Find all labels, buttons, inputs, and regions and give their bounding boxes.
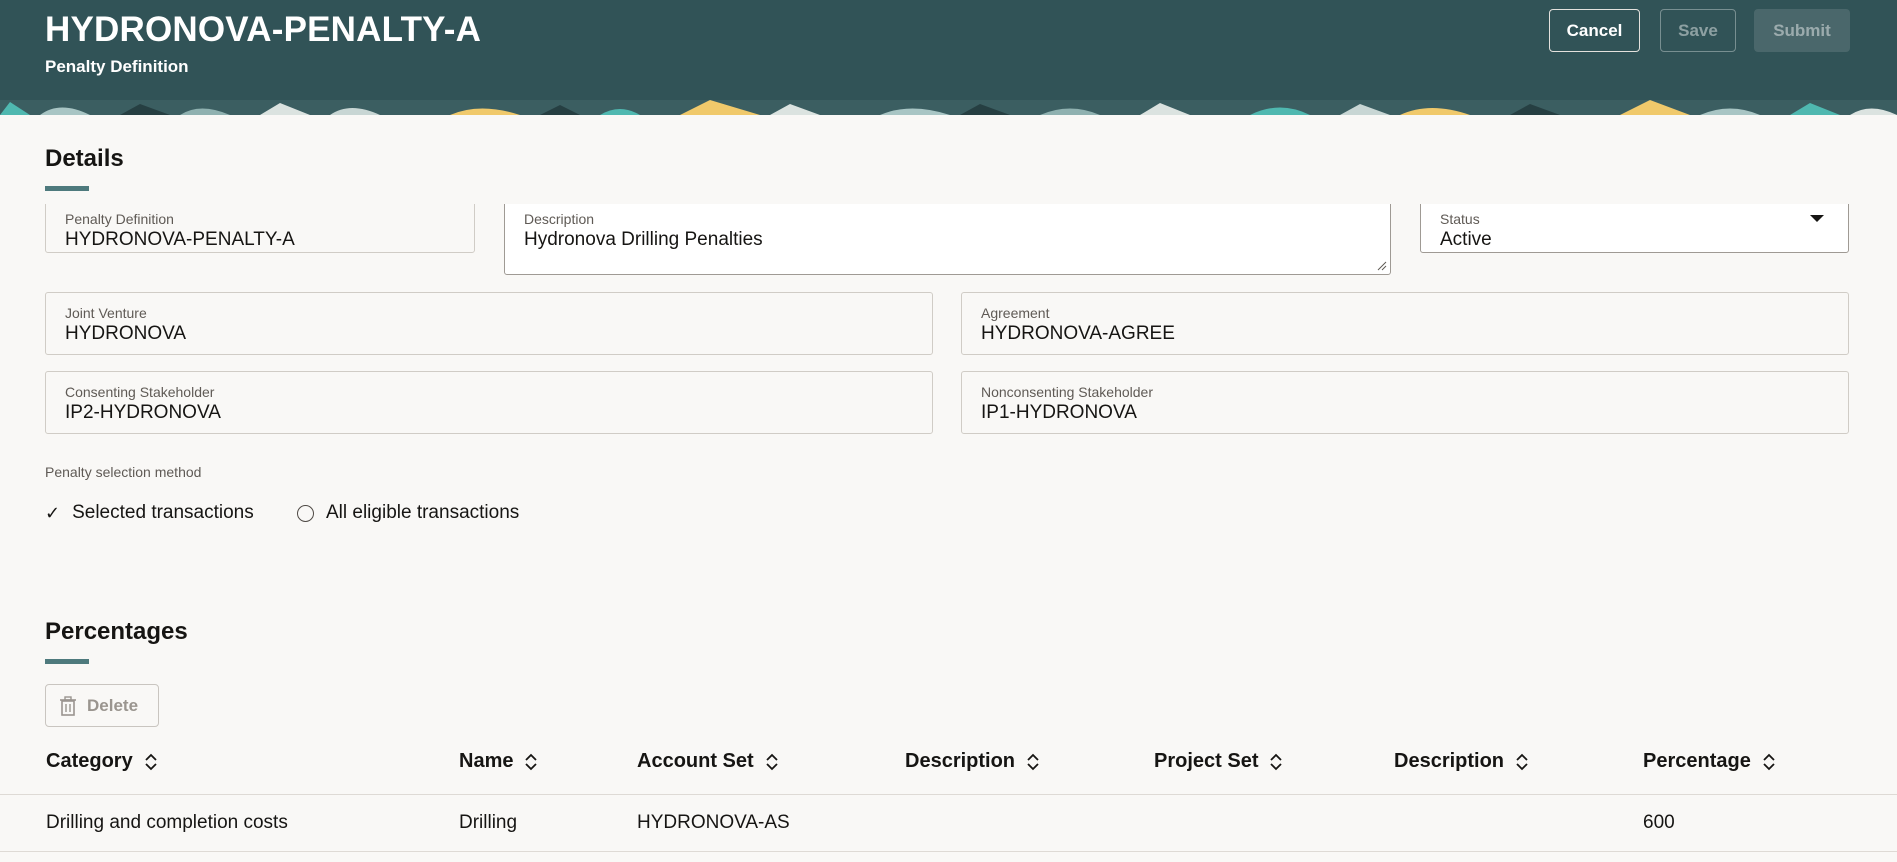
sort-icon[interactable] bbox=[525, 753, 538, 771]
column-header-project-set-label: Project Set bbox=[1154, 750, 1259, 772]
cell-category: Drilling and completion costs bbox=[46, 812, 288, 833]
penalty-definition-label: Penalty Definition bbox=[65, 211, 174, 227]
column-header-category[interactable]: Category bbox=[46, 750, 157, 773]
option-selected-transactions-label: Selected transactions bbox=[72, 502, 254, 523]
cell-percentage: 600 bbox=[1643, 812, 1675, 833]
column-header-percentage-label: Percentage bbox=[1643, 750, 1751, 772]
chevron-down-icon[interactable] bbox=[1810, 215, 1824, 222]
joint-venture-label: Joint Venture bbox=[65, 305, 147, 321]
nonconsenting-stakeholder-label: Nonconsenting Stakeholder bbox=[981, 384, 1154, 400]
column-header-description[interactable]: Description bbox=[905, 750, 1039, 773]
consenting-stakeholder-label: Consenting Stakeholder bbox=[65, 384, 215, 400]
sort-icon[interactable] bbox=[1763, 753, 1775, 771]
column-header-account-set[interactable]: Account Set bbox=[637, 750, 778, 773]
agreement-value: HYDRONOVA-AGREE bbox=[981, 323, 1175, 344]
details-form: Penalty Definition HYDRONOVA-PENALTY-A D… bbox=[0, 204, 1897, 504]
sort-icon[interactable] bbox=[145, 753, 157, 771]
column-header-project-set[interactable]: Project Set bbox=[1154, 750, 1283, 773]
option-all-eligible-transactions[interactable]: All eligible transactions bbox=[297, 502, 519, 524]
radio-icon[interactable] bbox=[297, 504, 314, 522]
description-label: Description bbox=[524, 211, 595, 227]
column-header-category-label: Category bbox=[46, 750, 133, 772]
agreement-field[interactable]: Agreement HYDRONOVA-AGREE bbox=[961, 292, 1849, 355]
description-value: Hydronova Drilling Penalties bbox=[524, 229, 763, 250]
page-subtitle: Penalty Definition bbox=[45, 57, 189, 76]
status-label: Status bbox=[1440, 211, 1480, 227]
column-header-name-label: Name bbox=[459, 750, 514, 772]
cell-name: Drilling bbox=[459, 812, 518, 833]
table-header-divider bbox=[0, 794, 1897, 795]
column-header-description-label: Description bbox=[905, 750, 1016, 772]
cancel-button[interactable]: Cancel bbox=[1549, 9, 1640, 52]
column-header-project-description-label: Description bbox=[1394, 750, 1505, 772]
sort-icon[interactable] bbox=[1516, 753, 1528, 771]
sort-icon[interactable] bbox=[1027, 753, 1039, 771]
description-textarea[interactable]: Description Hydronova Drilling Penalties bbox=[504, 204, 1391, 275]
page-title: HYDRONOVA-PENALTY-A bbox=[45, 10, 482, 49]
option-all-eligible-transactions-label: All eligible transactions bbox=[326, 502, 520, 523]
column-header-account-set-label: Account Set bbox=[637, 750, 754, 772]
trash-icon bbox=[59, 695, 77, 716]
details-heading: Details bbox=[45, 145, 124, 172]
nonconsenting-stakeholder-value: IP1-HYDRONOVA bbox=[981, 402, 1137, 423]
option-selected-transactions[interactable]: ✓ Selected transactions bbox=[45, 502, 254, 524]
status-select[interactable]: Status Active bbox=[1420, 204, 1849, 253]
nonconsenting-stakeholder-field[interactable]: Nonconsenting Stakeholder IP1-HYDRONOVA bbox=[961, 371, 1849, 434]
percentages-heading: Percentages bbox=[45, 618, 188, 645]
penalty-definition-value: HYDRONOVA-PENALTY-A bbox=[65, 229, 295, 250]
penalty-definition-field[interactable]: Penalty Definition HYDRONOVA-PENALTY-A bbox=[45, 204, 475, 253]
percentages-heading-underline bbox=[45, 659, 89, 664]
column-header-percentage[interactable]: Percentage bbox=[1643, 750, 1775, 773]
consenting-stakeholder-field[interactable]: Consenting Stakeholder IP2-HYDRONOVA bbox=[45, 371, 933, 434]
agreement-label: Agreement bbox=[981, 305, 1050, 321]
resize-handle-icon[interactable] bbox=[1377, 261, 1387, 271]
checkmark-icon: ✓ bbox=[45, 502, 61, 523]
cell-account-set: HYDRONOVA-AS bbox=[637, 812, 790, 833]
status-value: Active bbox=[1440, 229, 1492, 250]
sort-icon[interactable] bbox=[1270, 753, 1283, 771]
delete-button-label: Delete bbox=[87, 695, 139, 715]
save-button[interactable]: Save bbox=[1660, 9, 1736, 52]
header-decorative-pattern bbox=[0, 100, 1897, 115]
submit-button[interactable]: Submit bbox=[1754, 9, 1850, 52]
page-header: HYDRONOVA-PENALTY-A Penalty Definition C… bbox=[0, 0, 1897, 101]
joint-venture-value: HYDRONOVA bbox=[65, 323, 187, 344]
column-header-project-description[interactable]: Description bbox=[1394, 750, 1528, 773]
sort-icon[interactable] bbox=[766, 753, 778, 771]
details-heading-underline bbox=[45, 186, 89, 191]
joint-venture-field[interactable]: Joint Venture HYDRONOVA bbox=[45, 292, 933, 355]
selection-method-label: Penalty selection method bbox=[45, 464, 202, 480]
delete-button[interactable]: Delete bbox=[45, 684, 159, 727]
column-header-name[interactable]: Name bbox=[459, 750, 538, 773]
table-row-divider bbox=[0, 851, 1897, 852]
consenting-stakeholder-value: IP2-HYDRONOVA bbox=[65, 402, 221, 423]
